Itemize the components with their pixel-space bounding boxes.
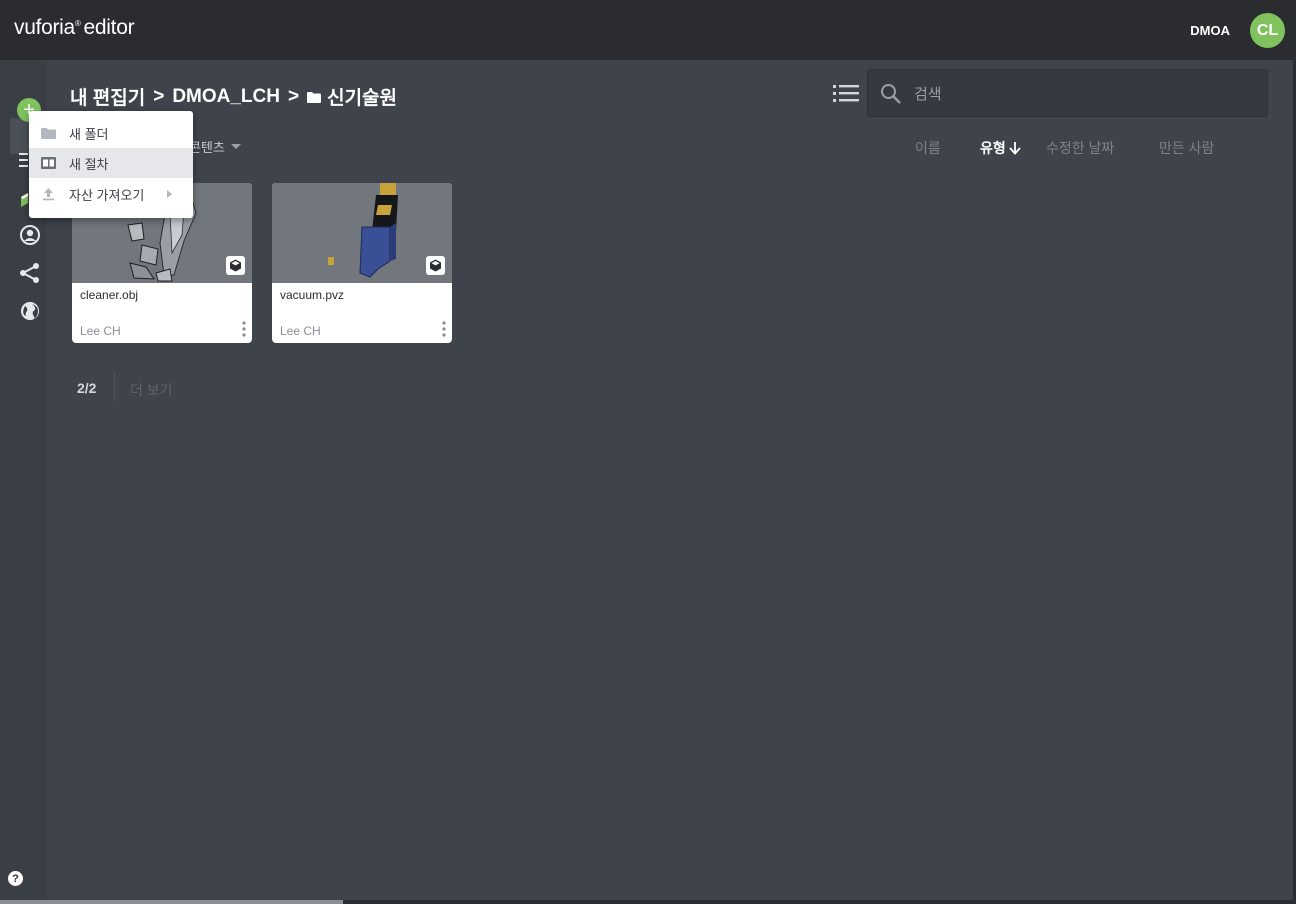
list-view-icon[interactable] [833,82,859,106]
sort-by-type[interactable]: 유형 [980,138,1021,158]
horizontal-scroll-thumb[interactable] [0,900,343,904]
breadcrumb-separator: > [287,85,300,107]
3d-model-badge-icon [426,256,445,275]
add-menu: 새 폴더 새 절차 자산 가져오기 [29,111,193,218]
asset-name: cleaner.obj [80,288,139,302]
user-circle-icon[interactable] [19,224,41,246]
search-icon [881,84,901,104]
procedure-icon [41,157,56,169]
vuforia-editor-logo[interactable]: vuforia® editor [14,16,135,40]
upload-icon [43,188,54,201]
folder-icon [41,128,56,139]
asset-thumbnail [272,183,452,283]
organization-name[interactable]: DMOA [1190,23,1230,38]
breadcrumb-separator: > [153,85,165,107]
search-input[interactable] [914,82,1254,106]
show-more-button[interactable]: 더 보기 [130,380,173,400]
filter-label: 콘텐츠 [189,140,225,155]
content-filter-dropdown[interactable]: 콘텐츠 [189,137,241,156]
asset-card[interactable]: vacuum.pvz Lee CH [272,183,452,343]
sort-type-label: 유형 [980,140,1006,156]
asset-owner: Lee CH [80,324,121,338]
sort-by-modified-date[interactable]: 수정한 날짜 [1046,138,1114,158]
globe-icon[interactable] [19,300,41,322]
share-icon[interactable] [19,262,41,284]
help-icon[interactable]: ? [8,871,23,886]
menu-item-label: 자산 가져오기 [69,187,145,203]
menu-item-import-asset[interactable]: 자산 가져오기 [29,179,193,209]
breadcrumb-root[interactable]: 내 편집기 [70,83,145,110]
menu-item-new-procedure[interactable]: 새 절차 [29,148,193,178]
sort-by-name[interactable]: 이름 [915,138,941,158]
sort-by-creator[interactable]: 만든 사람 [1159,138,1214,158]
more-options-icon[interactable] [240,320,248,338]
arrow-down-icon [1009,142,1021,155]
breadcrumb: 내 편집기 > DMOA_LCH > 신기술원 [70,83,397,110]
3d-model-badge-icon [226,256,245,275]
more-options-icon[interactable] [440,320,448,338]
breadcrumb-project[interactable]: DMOA_LCH [172,86,280,108]
chevron-down-icon [230,144,241,149]
user-avatar[interactable]: CL [1250,13,1285,48]
pager-divider [114,372,115,402]
top-bar: vuforia® editor DMOA CL [0,0,1296,60]
page-count: 2/2 [77,380,97,396]
menu-item-label: 새 절차 [69,156,109,172]
folder-icon [307,91,322,103]
breadcrumb-current-folder: 신기술원 [327,88,398,109]
asset-owner: Lee CH [280,324,321,338]
logo-suffix: editor [83,16,135,39]
vacuum-model-preview [328,183,398,278]
logo-wordmark: vuforia [14,16,75,39]
search-box [867,69,1268,117]
menu-item-new-folder[interactable]: 새 폴더 [29,118,193,148]
menu-item-label: 새 폴더 [69,126,109,142]
chevron-right-icon [167,190,172,198]
asset-name: vacuum.pvz [280,288,345,302]
